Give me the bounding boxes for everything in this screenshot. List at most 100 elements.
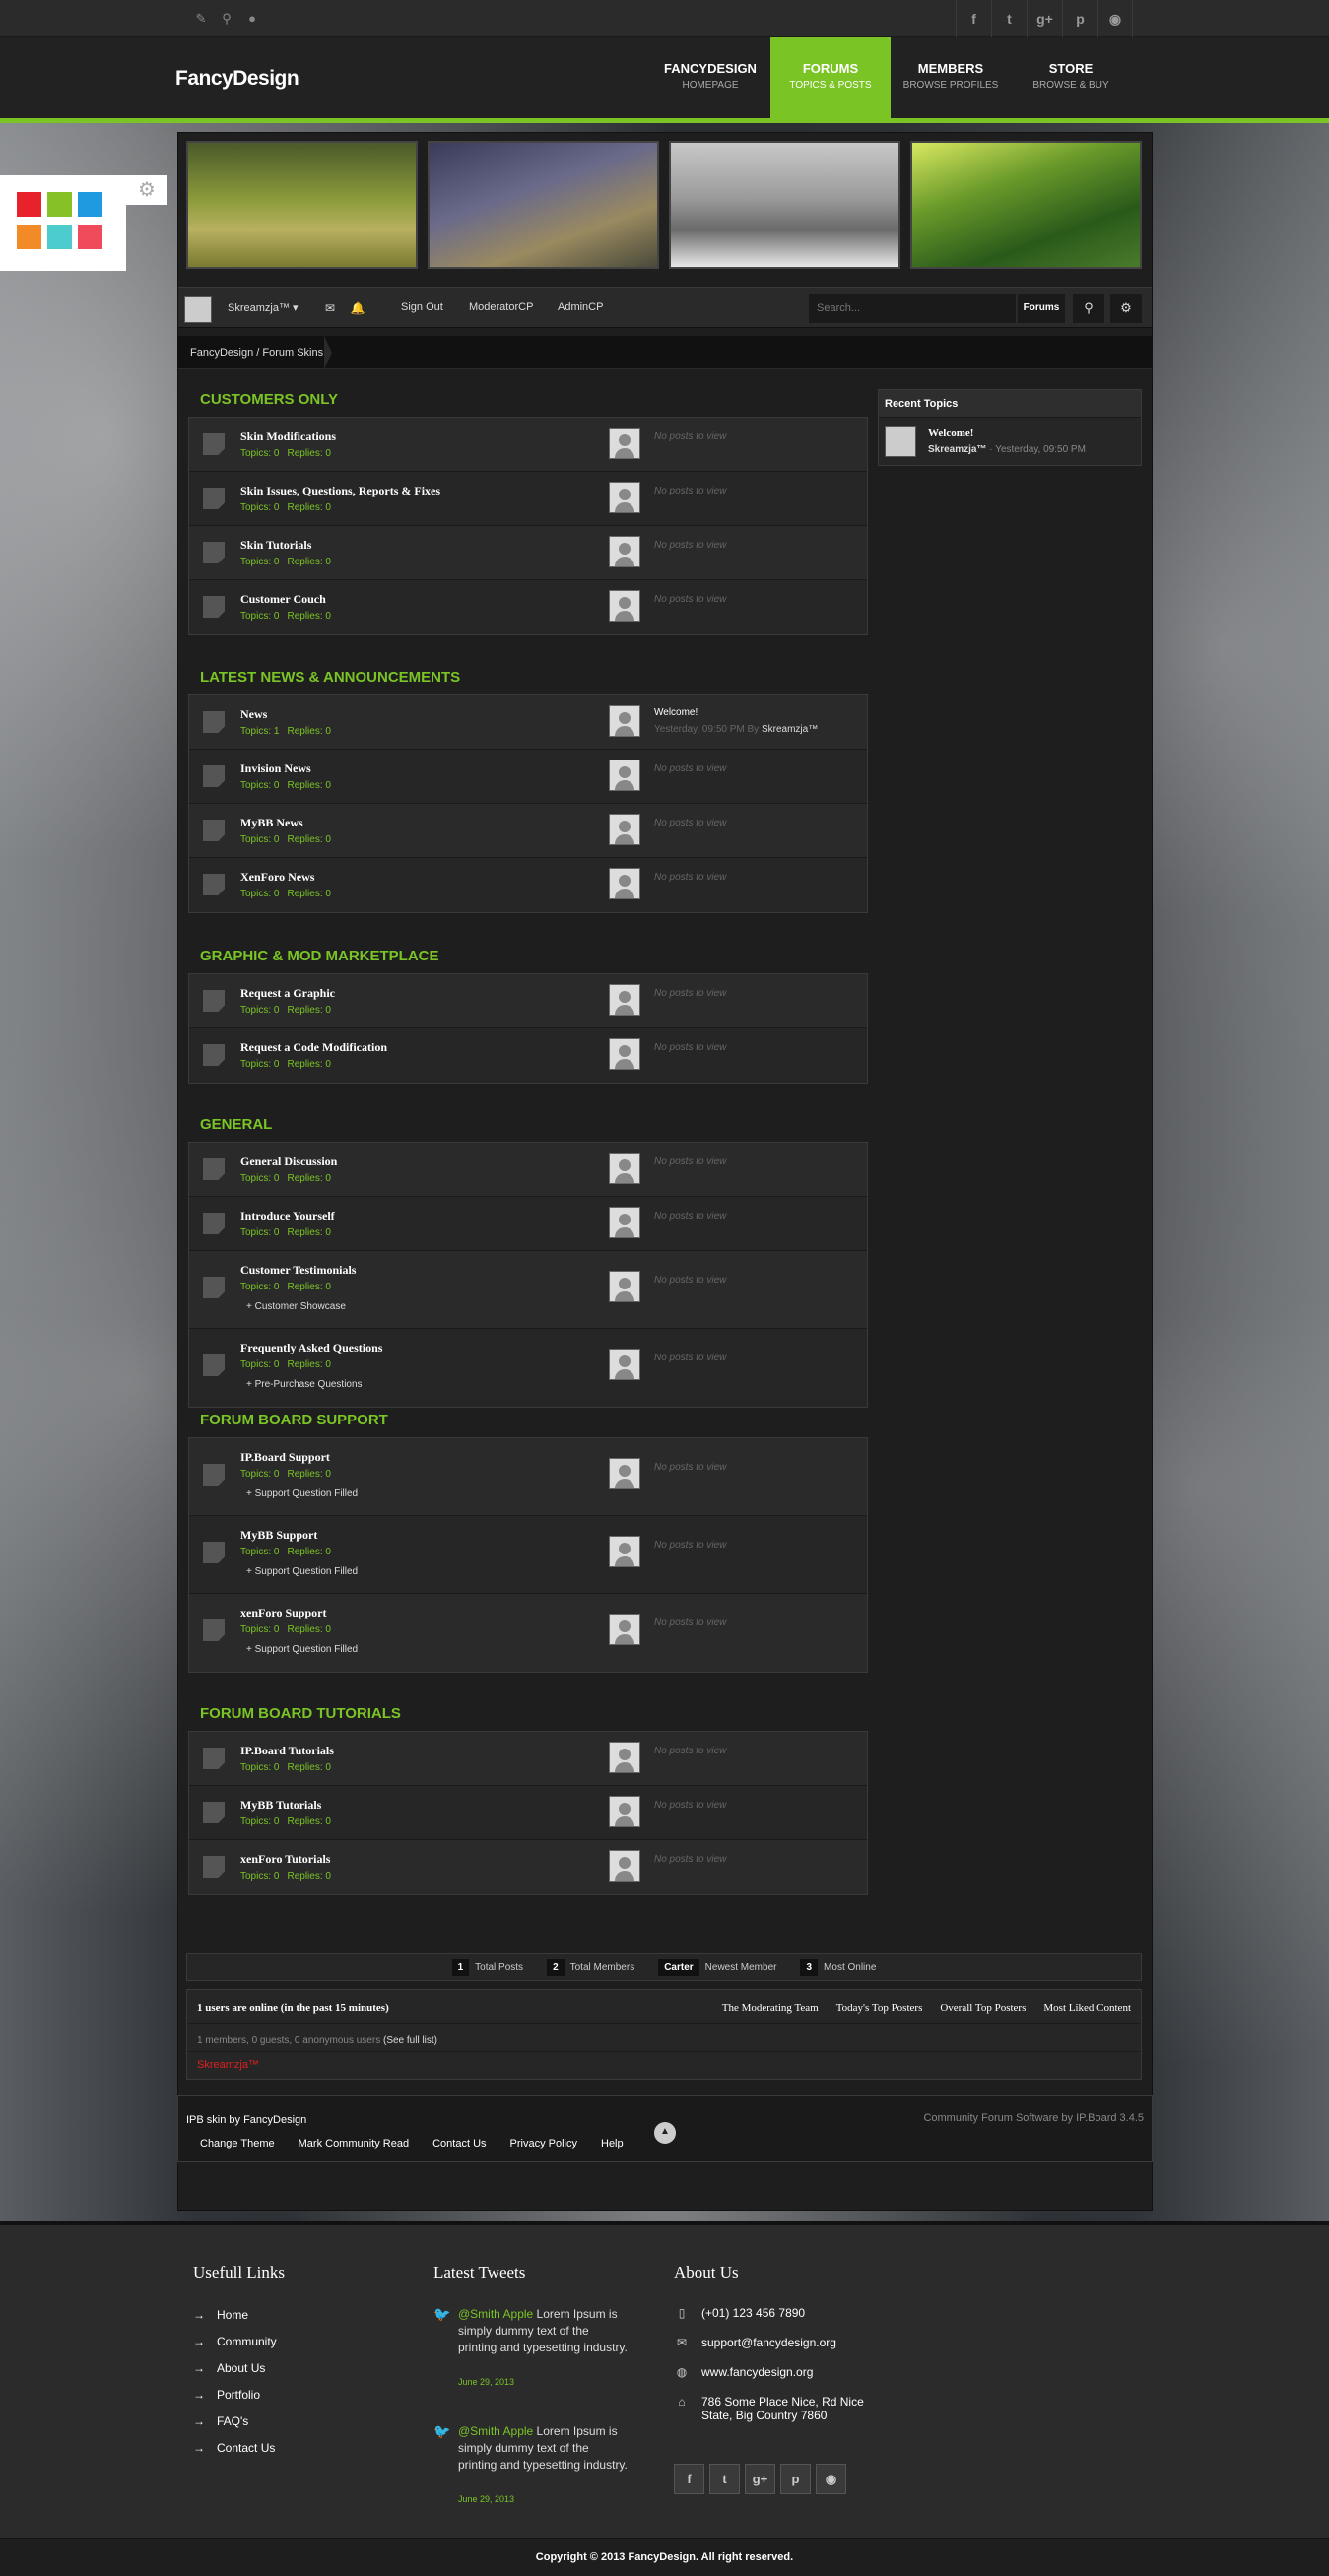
forum-name[interactable]: Invision News — [240, 761, 311, 776]
admincp-link[interactable]: AdminCP — [558, 301, 603, 313]
breadcrumb-text[interactable]: FancyDesign / Forum Skins — [190, 347, 323, 359]
forum-name[interactable]: Customer Couch — [240, 592, 326, 607]
photo-green-forest[interactable] — [910, 141, 1142, 269]
nav-item-forums[interactable]: FORUMS TOPICS & POSTS — [770, 37, 891, 118]
category-title[interactable]: CUSTOMERS ONLY — [188, 383, 868, 417]
subforum-link[interactable]: + Support Question Filled — [246, 1644, 358, 1655]
forum-row[interactable]: Customer Testimonials Topics: 0 Replies: 0… — [189, 1251, 867, 1329]
pinterest-icon[interactable]: p — [1062, 0, 1097, 37]
forum-name[interactable]: Request a Code Modification — [240, 1040, 387, 1055]
board-footer-link[interactable]: Contact Us — [432, 2138, 486, 2149]
color-swatch[interactable] — [78, 225, 102, 249]
category-title[interactable]: GRAPHIC & MOD MARKETPLACE — [188, 940, 868, 973]
forum-row[interactable]: MyBB News Topics: 0 Replies: 0 No posts to … — [189, 804, 867, 858]
board-footer-link[interactable]: Help — [601, 2138, 624, 2149]
forum-name[interactable]: Skin Modifications — [240, 429, 336, 444]
forum-row[interactable]: Request a Code Modification Topics: 0 Repl… — [189, 1028, 867, 1083]
forum-row[interactable]: Skin Modifications Topics: 0 Replies: 0 No … — [189, 418, 867, 472]
subforum-link[interactable]: + Support Question Filled — [246, 1566, 358, 1577]
category-title[interactable]: LATEST NEWS & ANNOUNCEMENTS — [188, 661, 868, 694]
online-stats-link[interactable]: Overall Top Posters — [940, 2002, 1026, 2014]
forum-name[interactable]: News — [240, 707, 267, 722]
color-swatch[interactable] — [47, 225, 72, 249]
pinterest-icon[interactable]: p — [780, 2464, 811, 2494]
footer-link[interactable]: About Us — [193, 2361, 277, 2388]
footer-link[interactable]: Community — [193, 2335, 277, 2361]
forum-name[interactable]: XenForo News — [240, 870, 314, 885]
forum-row[interactable]: xenForo Support Topics: 0 Replies: 0 + Supp… — [189, 1594, 867, 1672]
forum-name[interactable]: IP.Board Support — [240, 1450, 330, 1465]
notifications-icon[interactable]: 🔔 — [344, 296, 371, 321]
forum-name[interactable]: Introduce Yourself — [240, 1209, 335, 1223]
photo-tree-meadow[interactable] — [186, 141, 418, 269]
site-logo[interactable]: FancyDesign — [175, 67, 299, 91]
recent-topic-user[interactable]: Skreamzja™ — [928, 444, 986, 455]
forum-row[interactable]: IP.Board Support Topics: 0 Replies: 0 + Sup… — [189, 1438, 867, 1516]
rss-icon[interactable]: ◉ — [1097, 0, 1133, 37]
nav-item-members[interactable]: MEMBERS BROWSE PROFILES — [891, 37, 1011, 118]
palette-gear-icon[interactable]: ⚙ — [126, 175, 167, 205]
recent-topic-item[interactable]: Welcome! Skreamzja™ · Yesterday, 09:50 P… — [879, 418, 1141, 465]
rss-icon[interactable]: ◉ — [816, 2464, 846, 2494]
chat-icon[interactable]: ● — [243, 10, 261, 28]
facebook-icon[interactable]: f — [674, 2464, 704, 2494]
footer-link[interactable]: Home — [193, 2308, 277, 2335]
moderatorcp-link[interactable]: ModeratorCP — [469, 301, 533, 313]
forum-name[interactable]: Request a Graphic — [240, 986, 335, 1001]
board-footer-link[interactable]: Privacy Policy — [510, 2138, 577, 2149]
forum-name[interactable]: Customer Testimonials — [240, 1263, 356, 1278]
color-swatch[interactable] — [17, 225, 41, 249]
forum-name[interactable]: MyBB Tutorials — [240, 1798, 321, 1813]
search-input[interactable] — [809, 294, 1016, 323]
forum-row[interactable]: News Topics: 1 Replies: 0 Welcome! Yesterday… — [189, 695, 867, 750]
forum-row[interactable]: Invision News Topics: 0 Replies: 0 No posts… — [189, 750, 867, 804]
online-user[interactable]: Skreamzja™ — [197, 2059, 259, 2071]
nav-item-store[interactable]: STORE BROWSE & BUY — [1011, 37, 1131, 118]
subforum-link[interactable]: + Pre-Purchase Questions — [246, 1379, 363, 1390]
software-credit[interactable]: Community Forum Software by IP.Board 3.4… — [923, 2112, 1144, 2124]
photo-snow-forest[interactable] — [669, 141, 900, 269]
footer-link[interactable]: Contact Us — [193, 2441, 277, 2468]
twitter-icon[interactable]: t — [709, 2464, 740, 2494]
last-post-user[interactable]: Skreamzja™ — [762, 724, 818, 735]
full-list-link[interactable]: (See full list) — [383, 2035, 437, 2046]
search-icon[interactable]: ⚲ — [1073, 294, 1104, 323]
online-stats-link[interactable]: Today's Top Posters — [836, 2002, 923, 2014]
edit-icon[interactable]: ✎ — [192, 10, 210, 28]
forum-row[interactable]: MyBB Support Topics: 0 Replies: 0 + Support… — [189, 1516, 867, 1594]
tweet-handle[interactable]: @Smith Apple — [458, 2307, 533, 2321]
online-stats-link[interactable]: The Moderating Team — [722, 2002, 819, 2014]
footer-link[interactable]: FAQ's — [193, 2414, 277, 2441]
category-title[interactable]: GENERAL — [188, 1108, 868, 1142]
twitter-icon[interactable]: t — [991, 0, 1027, 37]
messages-icon[interactable]: ✉ — [316, 296, 344, 321]
forum-name[interactable]: xenForo Tutorials — [240, 1852, 330, 1867]
color-swatch[interactable] — [47, 192, 72, 217]
location-icon[interactable]: ⚲ — [218, 10, 235, 28]
photo-grass[interactable] — [428, 141, 659, 269]
forum-name[interactable]: xenForo Support — [240, 1606, 326, 1620]
googleplus-icon[interactable]: g+ — [745, 2464, 775, 2494]
nav-item-fancydesign[interactable]: FANCYDESIGN HOMEPAGE — [650, 37, 770, 118]
forum-name[interactable]: Skin Issues, Questions, Reports & Fixes — [240, 484, 440, 498]
forum-row[interactable]: General Discussion Topics: 0 Replies: 0 No … — [189, 1143, 867, 1197]
forum-row[interactable]: xenForo Tutorials Topics: 0 Replies: 0 No p… — [189, 1840, 867, 1894]
settings-gear-icon[interactable]: ⚙ — [1110, 294, 1142, 323]
forum-name[interactable]: General Discussion — [240, 1155, 337, 1169]
subforum-link[interactable]: + Customer Showcase — [246, 1301, 346, 1312]
footer-link[interactable]: Portfolio — [193, 2388, 277, 2414]
last-post-title[interactable]: Welcome! — [654, 707, 698, 718]
forum-name[interactable]: IP.Board Tutorials — [240, 1744, 334, 1758]
forum-row[interactable]: Introduce Yourself Topics: 0 Replies: 0 No … — [189, 1197, 867, 1251]
forum-name[interactable]: Skin Tutorials — [240, 538, 311, 553]
forum-name[interactable]: Frequently Asked Questions — [240, 1341, 382, 1355]
facebook-icon[interactable]: f — [956, 0, 991, 37]
board-footer-link[interactable]: Mark Community Read — [299, 2138, 409, 2149]
online-stats-link[interactable]: Most Liked Content — [1043, 2002, 1131, 2014]
forum-row[interactable]: Skin Issues, Questions, Reports & Fixes T… — [189, 472, 867, 526]
forum-name[interactable]: MyBB News — [240, 816, 303, 830]
forum-row[interactable]: Frequently Asked Questions Topics: 0 Repli… — [189, 1329, 867, 1407]
forum-row[interactable]: Customer Couch Topics: 0 Replies: 0 No post… — [189, 580, 867, 634]
recent-topic-title[interactable]: Welcome! — [928, 428, 973, 439]
googleplus-icon[interactable]: g+ — [1027, 0, 1062, 37]
